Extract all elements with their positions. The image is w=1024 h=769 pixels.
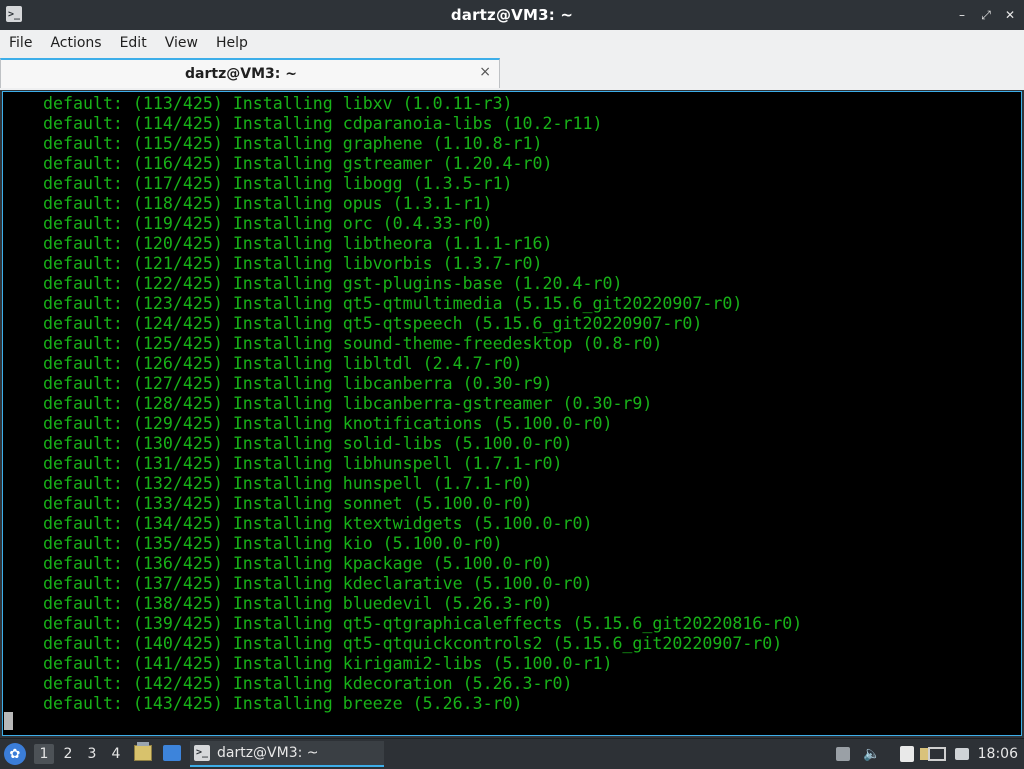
start-menu-icon[interactable]: ✿ bbox=[4, 743, 26, 765]
terminal-line: default: (135/425) Installing kio (5.100… bbox=[43, 534, 503, 553]
terminal-output[interactable]: default: (113/425) Installing libxv (1.0… bbox=[2, 91, 1022, 736]
terminal-line: default: (122/425) Installing gst-plugin… bbox=[43, 274, 623, 293]
terminal-line: default: (124/425) Installing qt5-qtspee… bbox=[43, 314, 703, 333]
close-icon[interactable]: ✕ bbox=[1004, 6, 1016, 24]
terminal-line: default: (117/425) Installing libogg (1.… bbox=[43, 174, 513, 193]
terminal-line: default: (142/425) Installing kdecoratio… bbox=[43, 674, 573, 693]
terminal-line: default: (134/425) Installing ktextwidge… bbox=[43, 514, 593, 533]
terminal-line: default: (129/425) Installing knotificat… bbox=[43, 414, 613, 433]
terminal-line: default: (143/425) Installing breeze (5.… bbox=[43, 694, 523, 713]
window-controls: – ⤢ ✕ bbox=[956, 6, 1016, 24]
file-manager-icon[interactable] bbox=[134, 742, 152, 761]
terminal-line: default: (130/425) Installing solid-libs… bbox=[43, 434, 573, 453]
terminal-line: default: (139/425) Installing qt5-qtgrap… bbox=[43, 614, 803, 633]
terminal-line: default: (126/425) Installing libltdl (2… bbox=[43, 354, 523, 373]
menu-bar: File Actions Edit View Help bbox=[0, 30, 1024, 57]
desktop-switch-1[interactable]: 1 bbox=[34, 744, 54, 764]
terminal-icon[interactable]: >_ bbox=[6, 6, 22, 22]
menu-edit[interactable]: Edit bbox=[111, 30, 156, 56]
desktop-switch-3[interactable]: 3 bbox=[82, 744, 102, 764]
terminal-line: default: (120/425) Installing libtheora … bbox=[43, 234, 553, 253]
terminal-line: default: (127/425) Installing libcanberr… bbox=[43, 374, 553, 393]
tab-bar: dartz@VM3: ~ × bbox=[0, 56, 1024, 90]
maximize-icon[interactable]: ⤢ bbox=[980, 6, 992, 24]
terminal-line: default: (113/425) Installing libxv (1.0… bbox=[43, 94, 513, 113]
terminal-line: default: (119/425) Installing orc (0.4.3… bbox=[43, 214, 493, 233]
terminal-line: default: (133/425) Installing sonnet (5.… bbox=[43, 494, 533, 513]
update-notifier-icon[interactable] bbox=[836, 747, 850, 761]
terminal-line: default: (141/425) Installing kirigami2-… bbox=[43, 654, 613, 673]
desktop-switch-2[interactable]: 2 bbox=[58, 744, 78, 764]
terminal-window: >_ dartz@VM3: ~ – ⤢ ✕ File Actions Edit … bbox=[0, 0, 1024, 738]
task-terminal[interactable]: >_ dartz@VM3: ~ bbox=[190, 741, 384, 767]
tab-terminal[interactable]: dartz@VM3: ~ × bbox=[0, 58, 500, 88]
menu-actions[interactable]: Actions bbox=[41, 30, 110, 56]
menu-file[interactable]: File bbox=[0, 30, 41, 56]
network-icon[interactable] bbox=[928, 747, 946, 761]
task-label: dartz@VM3: ~ bbox=[217, 745, 319, 761]
scrollbar[interactable] bbox=[1016, 94, 1020, 734]
window-title: dartz@VM3: ~ bbox=[450, 6, 574, 24]
terminal-line: default: (132/425) Installing hunspell (… bbox=[43, 474, 533, 493]
terminal-line: default: (137/425) Installing kdeclarati… bbox=[43, 574, 593, 593]
menu-help[interactable]: Help bbox=[207, 30, 257, 56]
taskbar: ✿ 1 2 3 4 >_ dartz@VM3: ~ 🔈 18:06 bbox=[0, 738, 1024, 769]
tab-close-icon[interactable]: × bbox=[479, 64, 491, 80]
terminal-line: default: (140/425) Installing qt5-qtquic… bbox=[43, 634, 783, 653]
terminal-line: default: (138/425) Installing bluedevil … bbox=[43, 594, 553, 613]
terminal-line: default: (118/425) Installing opus (1.3.… bbox=[43, 194, 493, 213]
text-cursor bbox=[4, 712, 13, 730]
terminal-line: default: (131/425) Installing libhunspel… bbox=[43, 454, 563, 473]
title-bar[interactable]: >_ dartz@VM3: ~ – ⤢ ✕ bbox=[0, 0, 1024, 30]
terminal-line: default: (115/425) Installing graphene (… bbox=[43, 134, 543, 153]
terminal-line: default: (123/425) Installing qt5-qtmult… bbox=[43, 294, 743, 313]
minimize-icon[interactable]: – bbox=[956, 6, 968, 24]
volume-icon[interactable]: 🔈 bbox=[863, 745, 880, 763]
clipboard-icon[interactable] bbox=[900, 746, 914, 762]
display-icon[interactable] bbox=[955, 748, 969, 760]
show-desktop-icon[interactable] bbox=[163, 745, 181, 761]
clock[interactable]: 18:06 bbox=[978, 744, 1018, 764]
terminal-line: default: (136/425) Installing kpackage (… bbox=[43, 554, 553, 573]
desktop-switch-4[interactable]: 4 bbox=[106, 744, 126, 764]
terminal-lines: default: (113/425) Installing libxv (1.0… bbox=[43, 94, 802, 714]
terminal-icon: >_ bbox=[194, 745, 210, 761]
terminal-line: default: (116/425) Installing gstreamer … bbox=[43, 154, 553, 173]
menu-view[interactable]: View bbox=[156, 30, 207, 56]
tab-label: dartz@VM3: ~ bbox=[185, 66, 297, 82]
terminal-line: default: (114/425) Installing cdparanoia… bbox=[43, 114, 603, 133]
terminal-line: default: (121/425) Installing libvorbis … bbox=[43, 254, 543, 273]
terminal-line: default: (125/425) Installing sound-them… bbox=[43, 334, 663, 353]
terminal-line: default: (128/425) Installing libcanberr… bbox=[43, 394, 653, 413]
